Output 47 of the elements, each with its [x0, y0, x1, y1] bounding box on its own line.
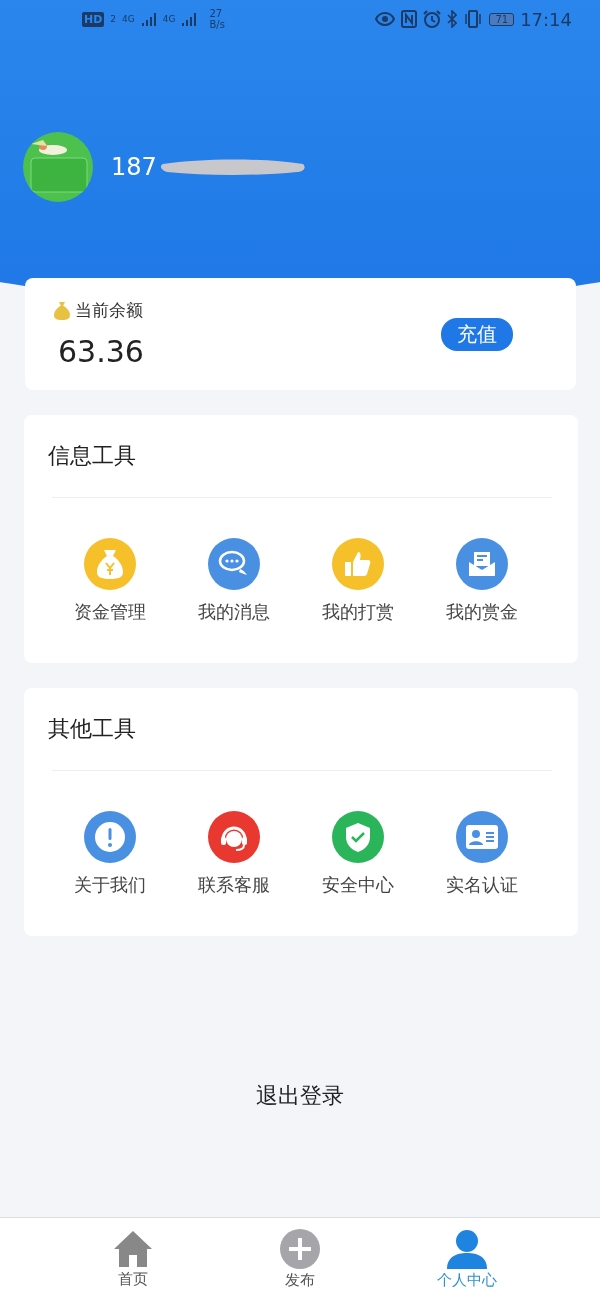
logout-link[interactable]: 退出登录 — [256, 1083, 344, 1108]
mail-icon — [467, 550, 497, 578]
balance-label: 当前余额 — [75, 299, 143, 322]
balance-amount: 63.36 — [57, 334, 144, 369]
signal-icon — [181, 12, 198, 26]
section-title: 信息工具 — [48, 442, 136, 470]
tool-icon-badge[interactable] — [208, 811, 260, 863]
tool-icon-badge[interactable] — [332, 811, 384, 863]
nav-tab[interactable]: 发布 — [216, 1218, 384, 1301]
sim-number: 2 — [110, 14, 117, 24]
person-icon — [445, 1229, 488, 1269]
tool-label[interactable]: 关于我们 — [74, 873, 146, 897]
money-bag-icon — [96, 548, 124, 580]
section-title: 其他工具 — [48, 715, 136, 743]
eye-icon — [375, 12, 396, 26]
tool-icon-badge[interactable] — [84, 811, 136, 863]
alarm-icon — [423, 10, 442, 28]
bluetooth-icon — [447, 10, 458, 28]
signal-icon — [140, 12, 157, 26]
tool-label[interactable]: 我的消息 — [198, 600, 270, 624]
vibrate-icon — [463, 10, 484, 28]
home-icon — [113, 1230, 154, 1268]
tool-label[interactable]: 实名认证 — [446, 873, 518, 897]
tool-icon-badge[interactable] — [208, 538, 260, 590]
tool-label[interactable]: 安全中心 — [322, 873, 394, 897]
nfc-icon — [401, 10, 418, 28]
network-type: 4G — [162, 14, 176, 24]
nav-tab[interactable]: 首页 — [50, 1218, 217, 1301]
id-card-icon — [465, 824, 499, 850]
tool-label[interactable]: 资金管理 — [74, 600, 146, 624]
tool-icon-badge[interactable] — [456, 538, 508, 590]
network-type: 4G — [122, 14, 135, 24]
thumbs-up-icon — [344, 550, 372, 578]
tool-label[interactable]: 我的打赏 — [322, 600, 394, 624]
speed-unit: B/s — [209, 19, 225, 30]
nav-tab[interactable]: 个人中心 — [383, 1218, 550, 1301]
tool-icon-badge[interactable] — [456, 811, 508, 863]
speed-value: 27 — [209, 8, 224, 19]
recharge-button[interactable]: 充值 — [441, 317, 513, 351]
plus-icon — [280, 1229, 320, 1269]
tool-label[interactable]: 联系客服 — [198, 873, 270, 897]
phone-number: 187 — [111, 153, 157, 181]
shield-check-icon — [343, 821, 373, 853]
clock-time: 17:14 — [520, 8, 572, 30]
exclamation-icon — [93, 820, 127, 854]
money-bag-icon — [53, 300, 71, 321]
tool-label[interactable]: 我的赏金 — [446, 600, 518, 624]
